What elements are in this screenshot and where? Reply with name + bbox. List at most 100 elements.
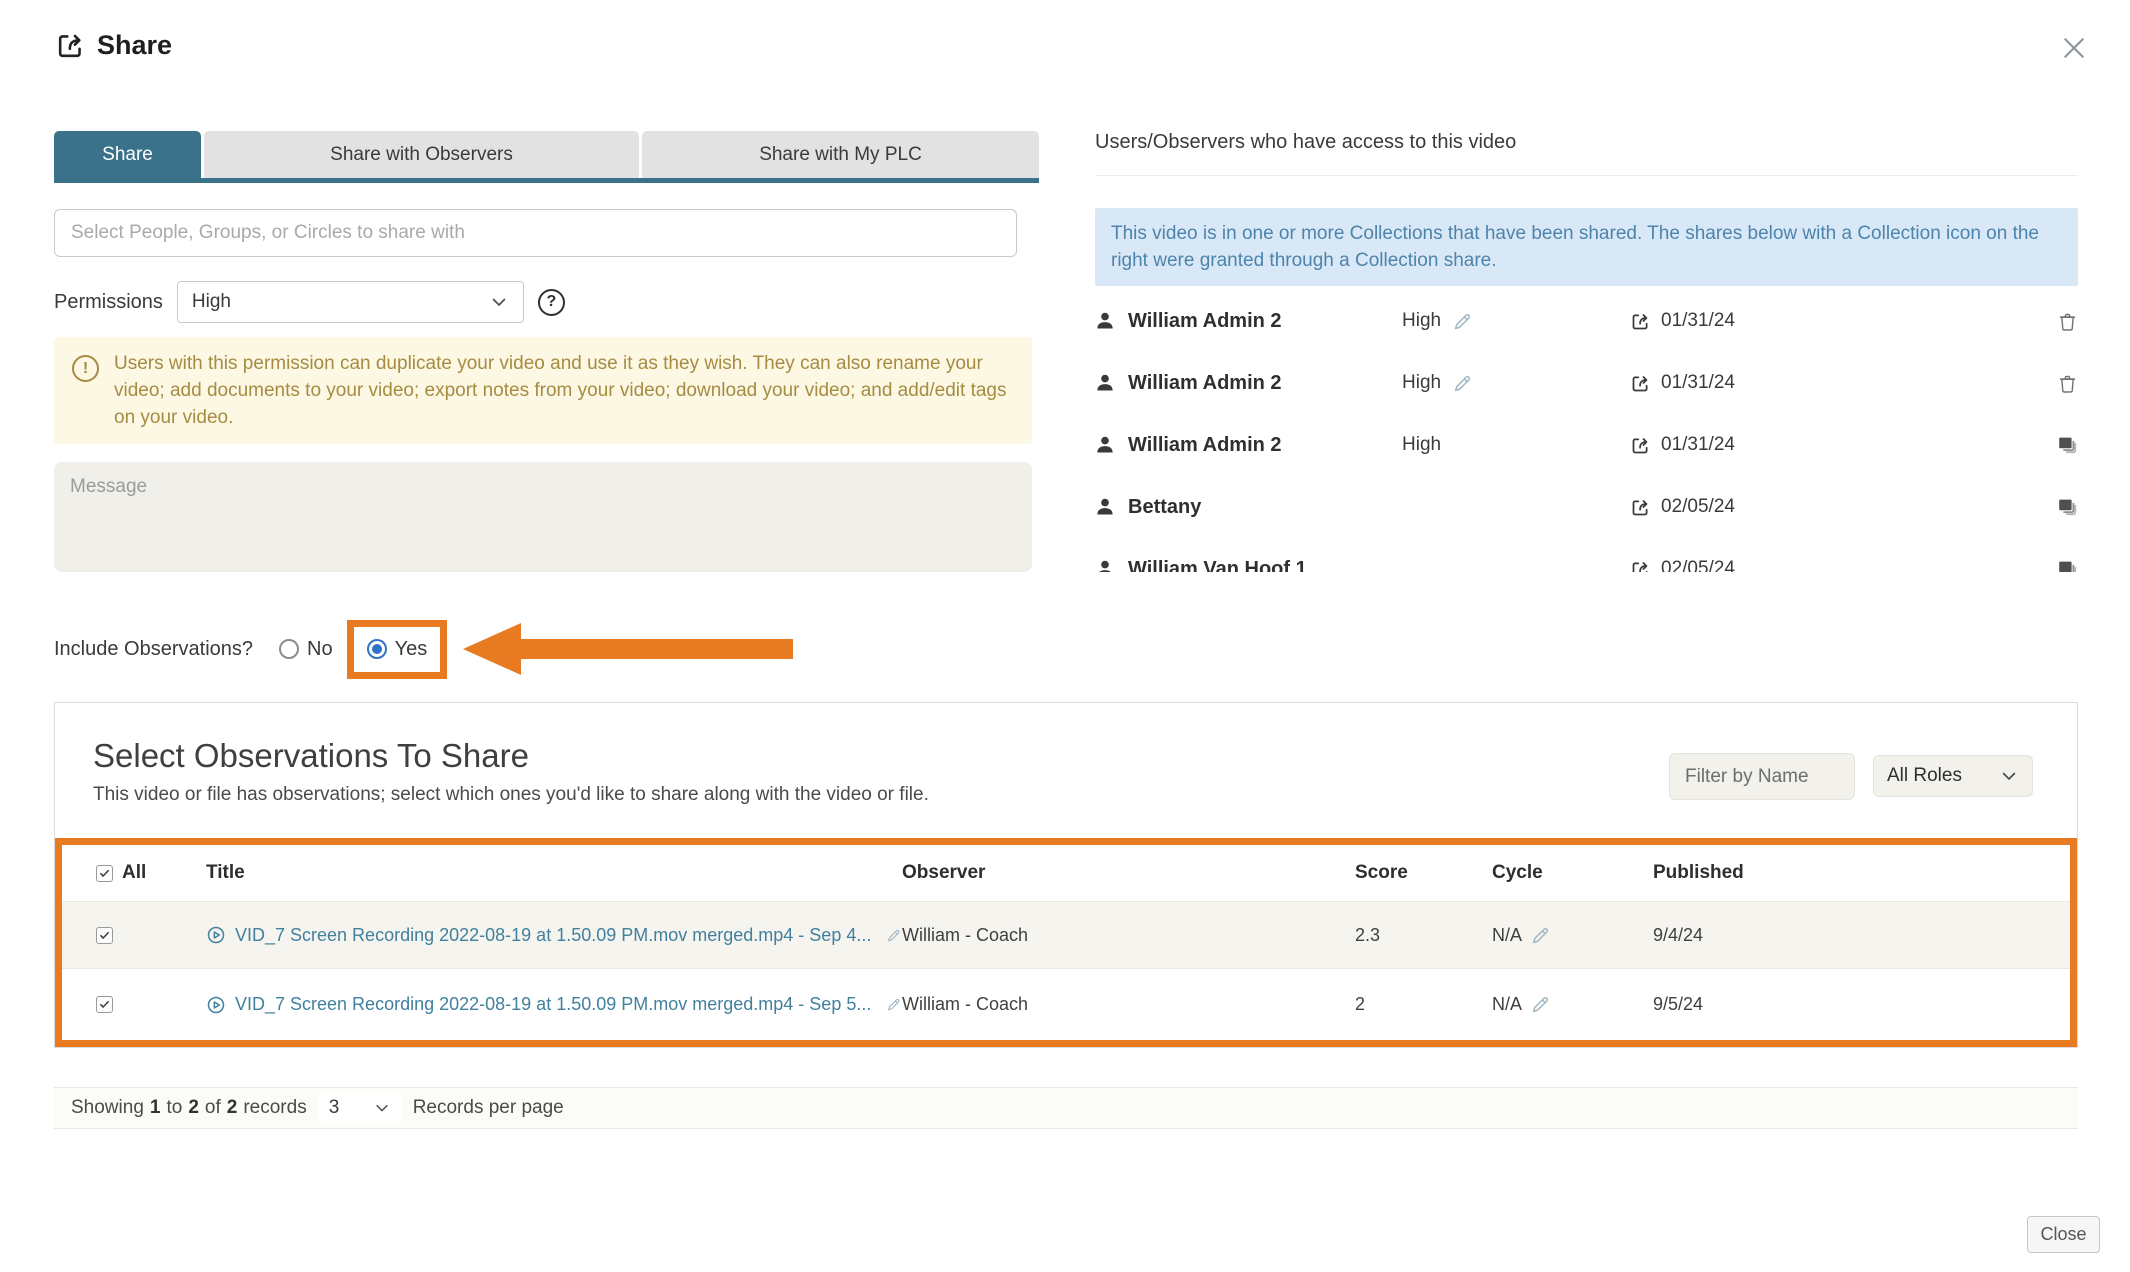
radio-no[interactable]: No — [279, 638, 333, 661]
play-icon — [206, 925, 226, 945]
cycle-cell: N/A — [1492, 925, 1522, 946]
access-list: William Admin 2 High 01/31/24 William Ad… — [1095, 290, 2078, 572]
chevron-down-icon — [489, 292, 509, 312]
tab-share-with-observers[interactable]: Share with Observers — [204, 131, 639, 178]
trash-icon[interactable] — [2057, 311, 2078, 332]
close-button[interactable]: Close — [2027, 1216, 2100, 1253]
roles-select[interactable]: All Roles — [1873, 755, 2033, 797]
radio-no-circle[interactable] — [279, 639, 299, 659]
collection-share-info: This video is in one or more Collections… — [1095, 208, 2078, 286]
published-cell: 9/5/24 — [1653, 994, 2070, 1015]
message-textarea[interactable] — [54, 462, 1032, 572]
user-icon — [1095, 435, 1115, 455]
access-user-name: Bettany — [1128, 496, 1201, 519]
warning-text: Users with this permission can duplicate… — [114, 350, 1014, 431]
row-checkbox[interactable] — [96, 927, 113, 944]
chevron-down-icon — [1999, 766, 2019, 786]
help-icon[interactable]: ? — [538, 289, 565, 316]
tab-share-with-my-plc[interactable]: Share with My PLC — [642, 131, 1039, 178]
col-published: Published — [1653, 862, 2070, 884]
cycle-cell: N/A — [1492, 994, 1522, 1015]
share-date: 02/05/24 — [1661, 496, 1735, 518]
radio-no-label: No — [307, 638, 333, 661]
pagination-total: 2 — [227, 1097, 238, 1119]
share-date: 02/05/24 — [1661, 558, 1735, 572]
access-user-name: William Admin 2 — [1128, 310, 1282, 333]
radio-yes-label: Yes — [395, 638, 428, 661]
access-user-name: William Admin 2 — [1128, 434, 1282, 457]
edit-permission-icon[interactable] — [1452, 373, 1473, 394]
col-all: All — [122, 862, 146, 884]
records-per-page-label: Records per page — [413, 1097, 564, 1119]
observation-title-link[interactable]: VID_7 Screen Recording 2022-08-19 at 1.5… — [235, 994, 871, 1015]
permissions-select[interactable]: High — [177, 281, 524, 323]
access-user-name: William Admin 2 — [1128, 372, 1282, 395]
permissions-row: Permissions High ? — [54, 281, 1039, 323]
collection-icon — [2056, 434, 2078, 456]
tab-underline — [54, 178, 1039, 183]
edit-permission-icon[interactable] — [1452, 311, 1473, 332]
collection-icon — [2056, 558, 2078, 572]
per-page-value: 3 — [329, 1097, 340, 1119]
radio-yes[interactable]: Yes — [367, 638, 428, 661]
share-form-panel: Share Share with Observers Share with My… — [54, 131, 1039, 751]
share-date: 01/31/24 — [1661, 372, 1735, 394]
observation-title-link[interactable]: VID_7 Screen Recording 2022-08-19 at 1.5… — [235, 925, 871, 946]
observation-row: VID_7 Screen Recording 2022-08-19 at 1.5… — [62, 968, 2070, 1040]
trash-icon[interactable] — [2057, 373, 2078, 394]
access-user-name: William Van Hoof 1 — [1128, 558, 1307, 573]
access-permission: High — [1402, 434, 1441, 456]
edit-title-icon[interactable] — [886, 925, 902, 946]
collection-icon — [2056, 496, 2078, 518]
roles-value: All Roles — [1887, 765, 1962, 787]
tab-bar: Share Share with Observers Share with My… — [54, 131, 1039, 178]
radio-yes-circle[interactable] — [367, 639, 387, 659]
play-icon — [206, 995, 226, 1015]
dialog-title: Share — [97, 30, 172, 61]
select-all-checkbox[interactable] — [96, 865, 113, 882]
tab-share[interactable]: Share — [54, 131, 201, 178]
access-panel: Users/Observers who have access to this … — [1095, 131, 2078, 572]
edit-cycle-icon[interactable] — [1530, 994, 1551, 1015]
observation-row: VID_7 Screen Recording 2022-08-19 at 1.5… — [62, 901, 2070, 968]
include-observations-row: Include Observations? No Yes — [54, 611, 1039, 687]
permissions-value: High — [192, 291, 231, 313]
filter-by-name-input[interactable] — [1669, 753, 1855, 800]
share-icon — [1630, 311, 1651, 332]
pagination-text: of — [205, 1097, 221, 1119]
check-icon — [99, 999, 110, 1010]
observer-cell: William - Coach — [902, 925, 1355, 946]
access-row: William Admin 2 High 01/31/24 — [1095, 414, 2078, 476]
observations-table-header: All Title Observer Score Cycle Published — [62, 845, 2070, 901]
pagination-bar: Showing 1 to 2 of 2 records 3 Records pe… — [54, 1087, 2078, 1129]
access-row-clipped: William Van Hoof 1 02/05/24 — [1095, 538, 2078, 572]
tab-share-label: Share — [102, 144, 153, 166]
observer-cell: William - Coach — [902, 994, 1355, 1015]
observations-table: All Title Observer Score Cycle Published… — [55, 838, 2077, 1047]
observations-filters: All Roles — [1669, 753, 2033, 800]
close-icon[interactable] — [2060, 34, 2088, 62]
edit-cycle-icon[interactable] — [1530, 925, 1551, 946]
user-icon — [1095, 559, 1115, 572]
user-icon — [1095, 311, 1115, 331]
share-icon — [55, 30, 86, 61]
access-row: William Admin 2 High 01/31/24 — [1095, 352, 2078, 414]
annotation-arrow — [463, 623, 793, 675]
check-icon — [99, 930, 110, 941]
row-checkbox[interactable] — [96, 996, 113, 1013]
col-score: Score — [1355, 862, 1492, 884]
share-date: 01/31/24 — [1661, 434, 1735, 456]
pagination-text: to — [166, 1097, 182, 1119]
access-permission: High — [1402, 310, 1441, 332]
user-icon — [1095, 373, 1115, 393]
close-button-label: Close — [2040, 1224, 2086, 1245]
access-row: Bettany 02/05/24 — [1095, 476, 2078, 538]
recipient-search-input[interactable] — [54, 209, 1017, 257]
edit-title-icon[interactable] — [886, 994, 902, 1015]
annotation-highlight-box: Yes — [347, 620, 448, 679]
permission-warning: ! Users with this permission can duplica… — [54, 337, 1032, 444]
pagination-text: records — [243, 1097, 306, 1119]
records-per-page-select[interactable]: 3 — [319, 1092, 401, 1124]
share-icon — [1630, 559, 1651, 573]
score-cell: 2 — [1355, 994, 1492, 1015]
